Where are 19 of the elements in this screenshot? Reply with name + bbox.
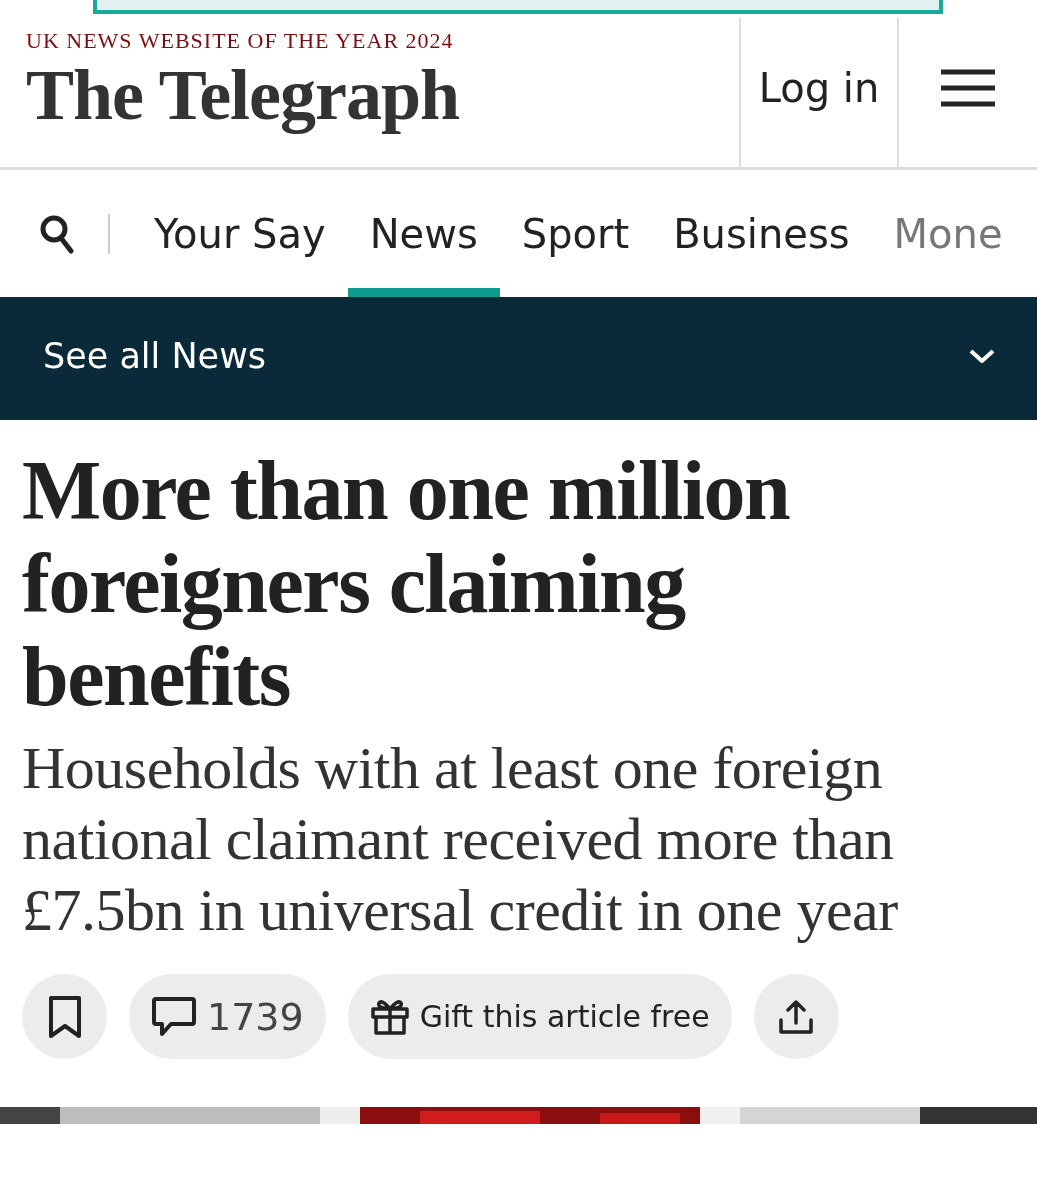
share-icon xyxy=(777,997,816,1036)
nav-tab[interactable]: Sport xyxy=(499,170,652,297)
gift-icon xyxy=(369,997,410,1036)
award-tagline: UK NEWS WEBSITE OF THE YEAR 2024 xyxy=(26,28,455,54)
site-logo[interactable]: The Telegraph xyxy=(26,54,739,136)
section-link[interactable]: See all News xyxy=(43,335,266,376)
comments-button[interactable]: 1739 xyxy=(129,974,326,1059)
chevron-down-icon[interactable] xyxy=(969,348,995,363)
nav-tab[interactable]: Business xyxy=(651,170,872,297)
article-standfirst: Households with at least one foreign national claimant received more than £7.5bn in universal credit in one year xyxy=(22,734,899,945)
article-headline: More than one million foreigners claiming benefits xyxy=(22,444,791,723)
gift-button[interactable]: Gift this article free xyxy=(347,974,732,1059)
nav-tab[interactable]: Mone xyxy=(871,170,1025,297)
search-icon[interactable] xyxy=(40,213,74,254)
speech-bubble-icon xyxy=(151,995,197,1038)
bookmark-icon xyxy=(47,994,82,1039)
menu-icon[interactable] xyxy=(941,68,995,107)
login-button[interactable]: Log in xyxy=(739,18,899,167)
nav-tab[interactable]: Your Say xyxy=(132,170,348,297)
